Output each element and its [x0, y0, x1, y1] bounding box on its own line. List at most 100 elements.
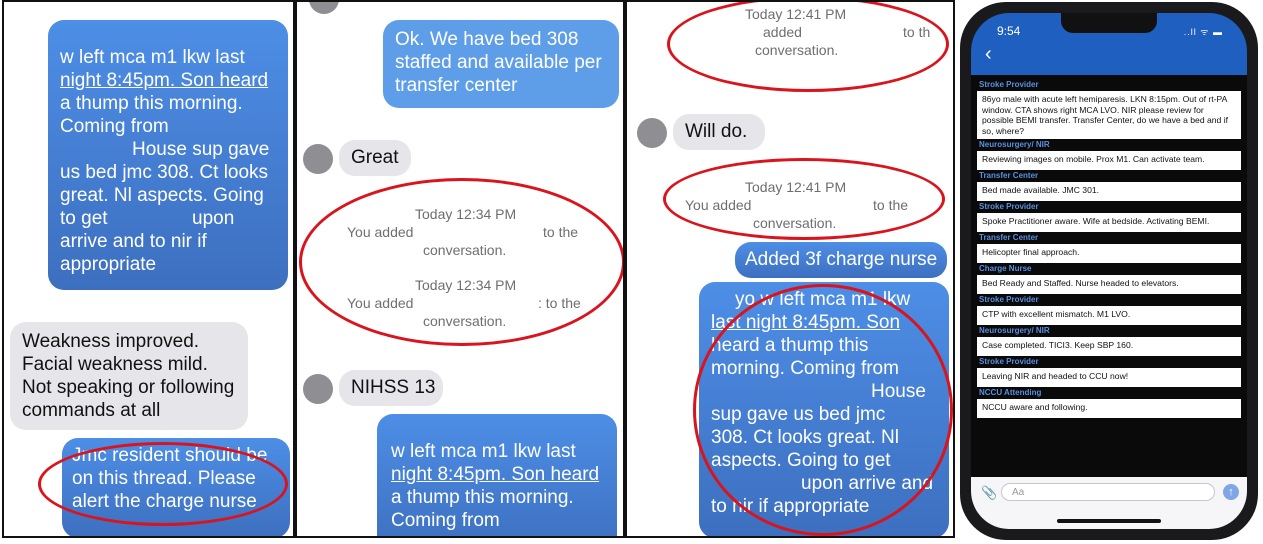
feed-message[interactable]: NCCU Attending NCCU aware and following.: [977, 387, 1241, 419]
message-line: to get upon: [60, 208, 235, 229]
message-body: Bed made available. JMC 301.: [977, 182, 1241, 202]
attachment-paperclip-icon[interactable]: 📎: [981, 485, 997, 501]
message-line: Weakness improved.: [22, 331, 200, 352]
message-line: a thump this morning.: [391, 487, 574, 508]
phone-notch: [1061, 13, 1157, 33]
message-input[interactable]: Aa: [1001, 483, 1215, 501]
home-indicator: [1057, 519, 1161, 523]
system-timestamp: Today 12:34 PM: [415, 206, 517, 222]
message-sender: Stroke Provider: [979, 295, 1039, 305]
message-line: night 8:45pm. Son heard: [60, 70, 269, 91]
message-line: w left mca m1 lkw last: [60, 47, 245, 68]
message-line: Ok. We have bed 308: [395, 29, 579, 50]
message-line: to nir if appropriate: [711, 496, 870, 517]
screenshot-panel-1: w left mca m1 lkw last night 8:45pm. Son…: [2, 0, 295, 538]
system-to-text: to th: [903, 24, 931, 40]
message-line: morning. Coming from: [711, 358, 899, 379]
system-conversation-text: conversation.: [753, 215, 837, 231]
system-conversation-text: conversation.: [423, 242, 507, 258]
system-added-text: You added: [347, 295, 414, 311]
feed-message[interactable]: Stroke Provider Spoke Practitioner aware.…: [977, 201, 1241, 233]
message-sender: Stroke Provider: [979, 202, 1039, 212]
system-conversation-text: conversation.: [755, 42, 839, 58]
message-line: heard a thump this: [711, 335, 869, 356]
message-line: w left mca m1 lkw last: [391, 441, 576, 462]
message-bubble-sent-bottom[interactable]: w left mca m1 lkw last night 8:45pm. Son…: [377, 414, 617, 536]
message-bubble-sent-big[interactable]: yo w left mca m1 lkw last night 8:45pm. …: [699, 282, 949, 536]
message-body: 86yo male with acute left hemiparesis. L…: [977, 91, 1241, 140]
message-line: night 8:45pm. Son heard: [391, 464, 600, 485]
message-body: Leaving NIR and headed to CCU now!: [977, 368, 1241, 388]
message-sender: Charge Nurse: [979, 264, 1032, 274]
message-line: sup gave us bed jmc: [711, 404, 886, 425]
system-added-text: added: [763, 24, 802, 40]
phone-frame: 9:54 ..ll ᯤ ▬ ‹ Stroke Provider 86yo male…: [960, 2, 1258, 540]
message-bubble-sent[interactable]: Added 3f charge nurse: [735, 242, 947, 278]
message-line: House: [871, 381, 926, 402]
screenshot-panel-3: Today 12:41 PM added to th conversation.…: [625, 0, 955, 538]
message-sender: Transfer Center: [979, 233, 1039, 243]
message-line: arrive and to nir if: [60, 231, 207, 252]
phone-screen: 9:54 ..ll ᯤ ▬ ‹ Stroke Provider 86yo male…: [971, 13, 1247, 529]
message-sender: NCCU Attending: [979, 388, 1042, 398]
message-text: Added 3f charge nurse: [745, 249, 938, 270]
message-body: Bed Ready and Staffed. Nurse headed to e…: [977, 275, 1241, 295]
message-bubble-received[interactable]: Weakness improved. Facial weakness mild.…: [10, 322, 248, 430]
contact-avatar: [303, 374, 333, 404]
message-line: Jmc resident should be: [72, 445, 268, 466]
back-chevron-icon[interactable]: ‹: [985, 43, 992, 66]
system-conversation-text: conversation.: [423, 313, 507, 329]
message-body: CTP with excellent mismatch. M1 LVO.: [977, 306, 1241, 326]
system-timestamp: Today 12:34 PM: [415, 277, 517, 293]
message-bubble-received[interactable]: NIHSS 13: [339, 370, 443, 406]
message-line: upon arrive and: [801, 473, 934, 494]
message-body: Case completed. TICI3. Keep SBP 160.: [977, 337, 1241, 357]
status-time: 9:54: [997, 24, 1021, 38]
contact-avatar: [637, 118, 667, 148]
message-line: Coming from: [391, 510, 500, 531]
system-to-text: : to the: [538, 295, 581, 311]
message-sender: Stroke Provider: [979, 80, 1039, 89]
message-line: commands at all: [22, 400, 161, 421]
feed-message[interactable]: Neurosurgery/ NIR Reviewing images on mob…: [977, 139, 1241, 171]
system-to-text: to the: [543, 224, 579, 240]
message-line: staffed and available per: [395, 52, 602, 73]
message-line: last night 8:45pm. Son: [711, 312, 901, 333]
message-sender: Neurosurgery/ NIR: [979, 140, 1050, 150]
message-bubble-sent-top[interactable]: Ok. We have bed 308 staffed and availabl…: [383, 20, 619, 108]
message-feed[interactable]: Stroke Provider 86yo male with acute left…: [971, 75, 1247, 477]
feed-message[interactable]: Neurosurgery/ NIR Case completed. TICI3. …: [977, 325, 1241, 357]
message-line: appropriate: [60, 254, 157, 275]
message-body: Spoke Practitioner aware. Wife at bedsid…: [977, 213, 1241, 233]
feed-message[interactable]: Stroke Provider CTP with excellent mismat…: [977, 294, 1241, 326]
app-header: 9:54 ..ll ᯤ ▬ ‹: [971, 13, 1247, 75]
signal-battery-icon: ..ll ᯤ ▬: [1183, 27, 1223, 37]
message-bubble-received[interactable]: Will do.: [673, 114, 765, 150]
message-line: on this thread. Please: [72, 468, 256, 489]
message-line: a thump this morning.: [60, 93, 243, 114]
message-text: Will do.: [685, 121, 748, 142]
contact-avatar: [309, 2, 339, 14]
message-text: Great: [351, 147, 399, 168]
message-line: 308. Ct looks great. Nl: [711, 427, 899, 448]
feed-message[interactable]: Charge Nurse Bed Ready and Staffed. Nurse…: [977, 263, 1241, 295]
feed-message[interactable]: Transfer Center Bed made available. JMC 3…: [977, 170, 1241, 202]
message-body: Helicopter final approach.: [977, 244, 1241, 264]
message-bubble-received[interactable]: Great: [339, 140, 411, 176]
message-sender: Transfer Center: [979, 171, 1039, 181]
feed-message[interactable]: Stroke Provider Leaving NIR and headed to…: [977, 356, 1241, 388]
feed-message[interactable]: Stroke Provider 86yo male with acute left…: [977, 79, 1241, 140]
system-to-text: to the: [873, 197, 909, 213]
system-added-text: You added: [347, 224, 414, 240]
message-bubble-sent-bottom[interactable]: Jmc resident should be on this thread. P…: [62, 438, 290, 536]
message-line: us bed jmc 308. Ct looks: [60, 162, 269, 183]
send-arrow-icon[interactable]: ↑: [1223, 484, 1239, 500]
message-line: yo w left mca m1 lkw: [735, 289, 911, 310]
message-line: transfer center: [395, 75, 518, 96]
system-added-text: You added: [685, 197, 752, 213]
message-line: alert the charge nurse: [72, 491, 257, 512]
message-body: Reviewing images on mobile. Prox M1. Can…: [977, 151, 1241, 171]
feed-message[interactable]: Transfer Center Helicopter final approach…: [977, 232, 1241, 264]
message-text: NIHSS 13: [351, 377, 436, 398]
message-bubble-sent-top[interactable]: w left mca m1 lkw last night 8:45pm. Son…: [48, 20, 288, 290]
